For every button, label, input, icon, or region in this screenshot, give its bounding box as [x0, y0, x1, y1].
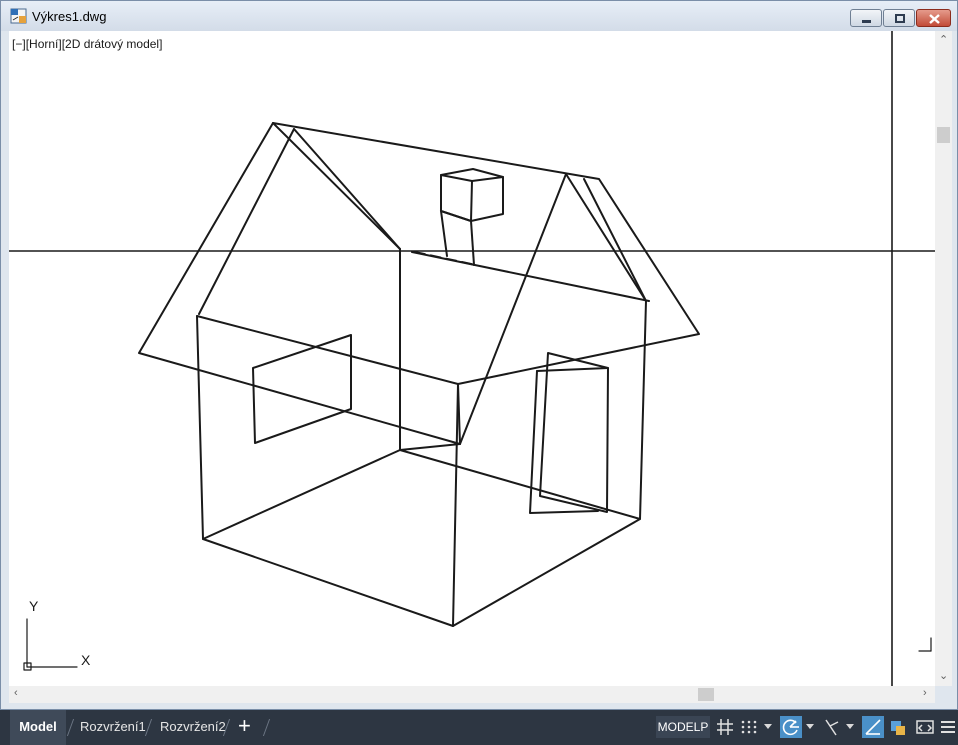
snap-icon[interactable] [738, 716, 760, 738]
drawing-file-icon [10, 8, 27, 24]
house-walls [196, 248, 647, 627]
title-bar[interactable]: Výkres1.dwg [1, 1, 957, 31]
vertical-scrollbar[interactable]: ⌃ ⌄ [935, 31, 952, 686]
isodraft-dropdown-icon[interactable] [846, 724, 854, 729]
isodraft-icon[interactable] [820, 716, 842, 738]
status-bar: Model Rozvržení1 Rozvržení2 + MODELP [0, 710, 958, 745]
minimize-icon [862, 20, 871, 23]
close-button[interactable] [916, 9, 951, 27]
window-title: Výkres1.dwg [32, 9, 107, 24]
grid-icon[interactable] [714, 716, 736, 738]
add-layout-icon[interactable]: + [238, 713, 251, 739]
annotation-icon[interactable] [887, 716, 909, 738]
tab-layout1[interactable]: Rozvržení1 [80, 710, 146, 745]
horizontal-scrollbar[interactable]: ‹ › [9, 686, 935, 703]
polar-tracking-icon[interactable] [780, 716, 802, 738]
scroll-left-icon[interactable]: ‹ [14, 688, 18, 699]
drawing-window: Výkres1.dwg [−][Horní][2D drátový model] [0, 0, 958, 710]
tab-separator [262, 719, 271, 736]
model-space-toggle[interactable]: MODELP [656, 716, 710, 738]
tab-layout2-label: Rozvržení2 [160, 719, 226, 734]
fullscreen-icon[interactable] [914, 716, 936, 738]
scroll-down-icon[interactable]: ⌄ [939, 671, 948, 682]
object-snap-tracking-icon[interactable] [862, 716, 884, 738]
scroll-right-icon[interactable]: › [923, 688, 927, 699]
tab-model-label: Model [19, 719, 57, 734]
house-door [529, 352, 609, 514]
ucs-y-label: Y [29, 598, 39, 614]
vertical-scroll-thumb[interactable] [937, 127, 950, 143]
drawing-viewport[interactable]: [−][Horní][2D drátový model] Y X [9, 31, 935, 686]
tab-layout1-label: Rozvržení1 [80, 719, 146, 734]
ucs-icon [23, 618, 932, 671]
snap-dropdown-icon[interactable] [764, 724, 772, 729]
model-space-label: MODELP [657, 720, 709, 734]
crosshair-cursor [9, 31, 935, 686]
ucs-x-label: X [81, 652, 91, 668]
scroll-up-icon[interactable]: ⌃ [939, 35, 948, 46]
tab-separator [144, 719, 153, 736]
horizontal-scroll-thumb[interactable] [698, 688, 714, 701]
tab-separator [66, 719, 75, 736]
restore-icon [895, 14, 905, 23]
house-roof [138, 122, 700, 445]
tab-model[interactable]: Model [10, 710, 66, 745]
restore-button[interactable] [883, 9, 915, 27]
close-icon [929, 14, 940, 24]
minimize-button[interactable] [850, 9, 882, 27]
house-wireframe-drawing [9, 31, 935, 686]
tab-layout2[interactable]: Rozvržení2 [160, 710, 226, 745]
menu-icon[interactable] [937, 716, 958, 738]
polar-dropdown-icon[interactable] [806, 724, 814, 729]
